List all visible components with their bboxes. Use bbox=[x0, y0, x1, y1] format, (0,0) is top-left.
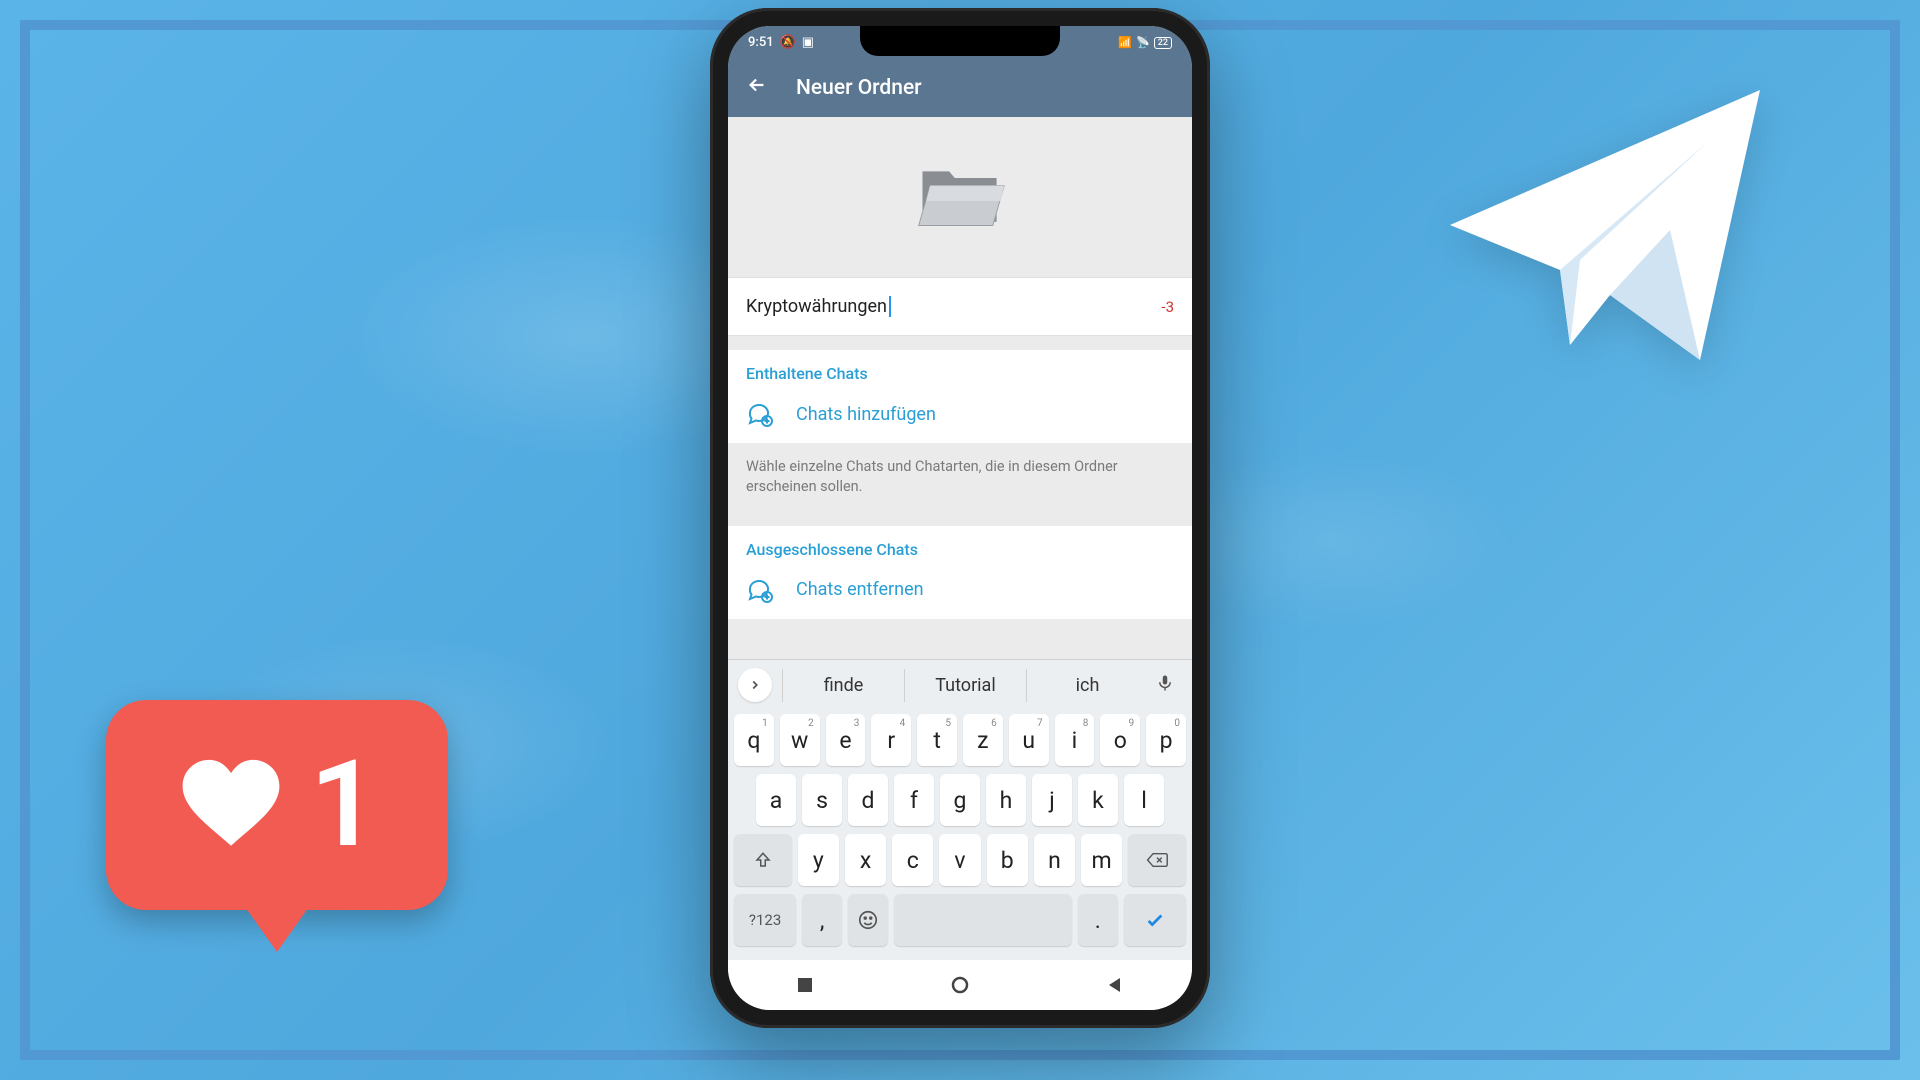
chat-remove-icon bbox=[746, 577, 772, 603]
folder-name-row: Kryptowährungen -3 bbox=[728, 277, 1192, 336]
comma-key[interactable]: , bbox=[802, 894, 842, 946]
key-m[interactable]: m bbox=[1081, 834, 1122, 886]
backspace-key[interactable] bbox=[1128, 834, 1186, 886]
mic-button[interactable] bbox=[1148, 674, 1182, 697]
battery-icon: 22 bbox=[1154, 37, 1172, 49]
keyboard-row-1: q1w2e3r4t5z6u7i8o9p0 bbox=[734, 714, 1186, 766]
excluded-chats-title: Ausgeschlossene Chats bbox=[728, 526, 1192, 567]
keyboard-row-2: asdfghjkl bbox=[734, 774, 1186, 826]
symbols-key[interactable]: ?123 bbox=[734, 894, 796, 946]
key-d[interactable]: d bbox=[848, 774, 888, 826]
folder-illustration bbox=[728, 117, 1192, 277]
key-h[interactable]: h bbox=[986, 774, 1026, 826]
key-l[interactable]: l bbox=[1124, 774, 1164, 826]
keyboard-row-3: yxcvbnm bbox=[734, 834, 1186, 886]
key-q[interactable]: q1 bbox=[734, 714, 774, 766]
key-c[interactable]: c bbox=[892, 834, 933, 886]
suggestion-3[interactable]: ich bbox=[1026, 669, 1148, 702]
key-t[interactable]: t5 bbox=[917, 714, 957, 766]
emoji-key[interactable] bbox=[848, 894, 888, 946]
suggestion-bar: finde Tutorial ich bbox=[728, 660, 1192, 710]
on-screen-keyboard: finde Tutorial ich q1w2e3r4t5z6u7i8o9p0 … bbox=[728, 659, 1192, 960]
shift-icon bbox=[754, 851, 772, 869]
key-o[interactable]: o9 bbox=[1100, 714, 1140, 766]
space-key[interactable] bbox=[894, 894, 1072, 946]
nav-back-button[interactable] bbox=[1105, 975, 1125, 995]
excluded-chats-section: Ausgeschlossene Chats Chats entfernen bbox=[728, 526, 1192, 619]
phone-screen: 9:51 🔕 ▣ 📶 📡 22 Neuer Ordner bbox=[728, 26, 1192, 1010]
key-u[interactable]: u7 bbox=[1009, 714, 1049, 766]
key-j[interactable]: j bbox=[1032, 774, 1072, 826]
suggestion-2[interactable]: Tutorial bbox=[904, 669, 1026, 702]
phone-notch bbox=[860, 26, 1060, 56]
wifi-icon: 📡 bbox=[1136, 36, 1150, 49]
suggestion-1[interactable]: finde bbox=[782, 669, 904, 702]
nav-recent-button[interactable] bbox=[795, 975, 815, 995]
android-nav-bar bbox=[728, 960, 1192, 1010]
telegram-plane-icon bbox=[1430, 70, 1780, 380]
key-b[interactable]: b bbox=[987, 834, 1028, 886]
content-area: Kryptowährungen -3 Enthaltene Chats Chat… bbox=[728, 117, 1192, 659]
emoji-icon bbox=[857, 909, 879, 931]
notification-app-icon: ▣ bbox=[802, 35, 814, 50]
key-v[interactable]: v bbox=[939, 834, 980, 886]
period-key[interactable]: . bbox=[1078, 894, 1118, 946]
page-title: Neuer Ordner bbox=[796, 76, 922, 100]
back-button[interactable] bbox=[746, 74, 768, 102]
shift-key[interactable] bbox=[734, 834, 792, 886]
remove-chats-button[interactable]: Chats entfernen bbox=[728, 567, 1192, 619]
enter-key[interactable] bbox=[1124, 894, 1186, 946]
signal-icon: 📶 bbox=[1118, 36, 1132, 49]
chevron-right-icon bbox=[748, 678, 762, 692]
included-chats-section: Enthaltene Chats Chats hinzufügen bbox=[728, 350, 1192, 443]
key-z[interactable]: z6 bbox=[963, 714, 1003, 766]
phone-mockup: 9:51 🔕 ▣ 📶 📡 22 Neuer Ordner bbox=[710, 8, 1210, 1028]
char-counter: -3 bbox=[1161, 298, 1174, 316]
remove-chats-label: Chats entfernen bbox=[796, 579, 924, 600]
microphone-icon bbox=[1156, 674, 1174, 692]
key-i[interactable]: i8 bbox=[1055, 714, 1095, 766]
heart-icon bbox=[176, 755, 286, 855]
key-a[interactable]: a bbox=[756, 774, 796, 826]
suggestion-expand-button[interactable] bbox=[738, 668, 772, 702]
key-w[interactable]: w2 bbox=[780, 714, 820, 766]
like-badge: 1 bbox=[106, 700, 448, 910]
key-g[interactable]: g bbox=[940, 774, 980, 826]
folder-icon bbox=[913, 155, 1008, 240]
like-count: 1 bbox=[310, 735, 379, 875]
key-x[interactable]: x bbox=[845, 834, 886, 886]
check-icon bbox=[1144, 909, 1166, 931]
arrow-left-icon bbox=[746, 74, 768, 96]
notification-mute-icon: 🔕 bbox=[780, 35, 796, 50]
key-k[interactable]: k bbox=[1078, 774, 1118, 826]
folder-name-input[interactable]: Kryptowährungen bbox=[746, 296, 891, 317]
add-chats-button[interactable]: Chats hinzufügen bbox=[728, 391, 1192, 443]
key-n[interactable]: n bbox=[1034, 834, 1075, 886]
key-s[interactable]: s bbox=[802, 774, 842, 826]
key-f[interactable]: f bbox=[894, 774, 934, 826]
status-time: 9:51 bbox=[748, 35, 774, 50]
keyboard-row-4: ?123 , . bbox=[734, 894, 1186, 946]
included-helper-text: Wähle einzelne Chats und Chatarten, die … bbox=[728, 443, 1192, 512]
key-r[interactable]: r4 bbox=[871, 714, 911, 766]
key-y[interactable]: y bbox=[798, 834, 839, 886]
included-chats-title: Enthaltene Chats bbox=[728, 350, 1192, 391]
chat-add-icon bbox=[746, 401, 772, 427]
backspace-icon bbox=[1146, 851, 1168, 869]
nav-home-button[interactable] bbox=[950, 975, 970, 995]
key-p[interactable]: p0 bbox=[1146, 714, 1186, 766]
add-chats-label: Chats hinzufügen bbox=[796, 404, 936, 425]
key-e[interactable]: e3 bbox=[826, 714, 866, 766]
app-bar: Neuer Ordner bbox=[728, 59, 1192, 117]
